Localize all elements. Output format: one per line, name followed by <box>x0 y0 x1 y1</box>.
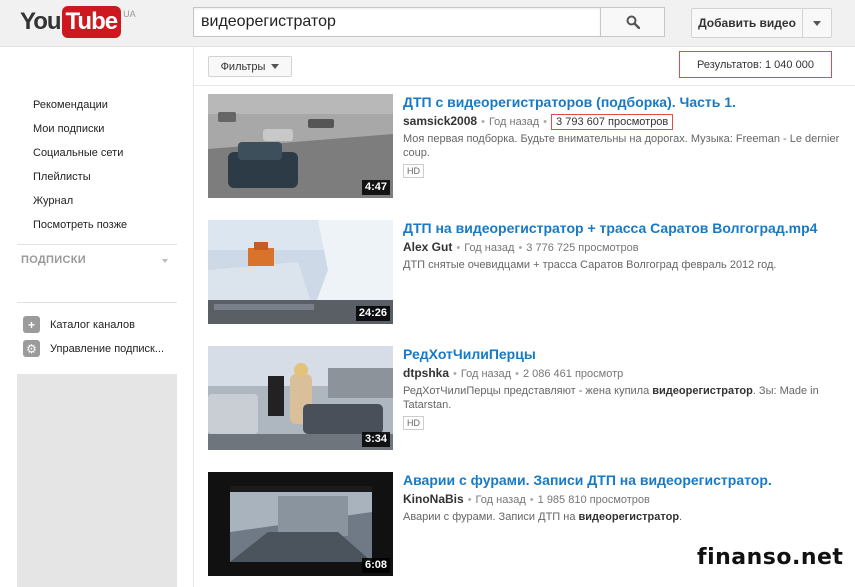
guide-divider <box>17 302 177 303</box>
video-title-link[interactable]: Аварии с фурами. Записи ДТП на видеореги… <box>403 472 843 488</box>
guide-sidebar: Рекомендации Мои подписки Социальные сет… <box>0 47 193 587</box>
meta-separator: • <box>529 494 534 506</box>
channel-link[interactable]: samsick2008 <box>403 114 477 128</box>
video-description: Моя первая подборка. Будьте внимательны … <box>403 133 840 159</box>
subscriptions-collapse-icon[interactable] <box>162 259 168 263</box>
search-input-value: видеорегистратор <box>201 13 336 30</box>
masthead: You Tube UA видеорегистратор Добавить ви… <box>0 0 855 47</box>
video-meta: dtpshka • Год назад • 2 086 461 просмотр <box>403 366 843 381</box>
video-age: Год назад <box>488 116 540 128</box>
filters-divider <box>194 85 855 86</box>
channel-link[interactable]: KinoNaBis <box>403 492 464 506</box>
chevron-down-icon <box>271 64 280 69</box>
upload-video-button[interactable]: Добавить видео <box>691 8 803 38</box>
video-thumbnail[interactable]: 24:26 <box>208 220 393 324</box>
channel-link[interactable]: Alex Gut <box>403 240 452 254</box>
video-meta: KinoNaBis • Год назад • 1 985 810 просмотров <box>403 492 843 507</box>
video-title-link[interactable]: ДТП с видеорегистраторов (подборка). Час… <box>403 94 843 110</box>
result-info: Аварии с фурами. Записи ДТП на видеореги… <box>403 472 843 524</box>
description-text: РедХотЧилиПерцы представляют - жена купи… <box>403 385 653 397</box>
video-description: ДТП снятые очевидцами + трасса Саратов В… <box>403 259 777 271</box>
view-count: 3 776 725 просмотров <box>526 242 639 254</box>
result-item: 3:34 РедХотЧилиПерцы dtpshka • Год назад • 2… <box>208 346 848 450</box>
filters-button[interactable]: Фильтры <box>208 56 292 77</box>
view-count: 3 793 607 просмотров <box>551 114 674 130</box>
meta-separator: • <box>453 368 457 380</box>
view-count: 1 985 810 просмотров <box>537 494 650 506</box>
result-info: РедХотЧилиПерцы dtpshka • Год назад • 2 086 … <box>403 346 843 431</box>
hd-badge: HD <box>403 164 424 178</box>
guide-item-label: Управление подписк... <box>50 342 165 355</box>
video-meta: samsick2008 • Год назад • 3 793 607 просмотр… <box>403 114 843 130</box>
video-age: Год назад <box>464 242 515 254</box>
video-age: Год назад <box>460 368 512 380</box>
results-count: Результатов: 1 040 000 <box>679 51 832 78</box>
video-thumbnail[interactable]: 4:47 <box>208 94 393 198</box>
meta-separator: • <box>481 116 485 128</box>
result-info: ДТП с видеорегистраторов (подборка). Час… <box>403 94 843 179</box>
search-input[interactable]: видеорегистратор <box>193 7 601 37</box>
search-button[interactable] <box>600 7 665 37</box>
video-duration: 24:26 <box>355 306 390 321</box>
guide-item-history[interactable]: Журнал <box>33 194 73 208</box>
logo-tube: Tube <box>61 6 122 38</box>
channel-link[interactable]: dtpshka <box>403 366 449 380</box>
chevron-down-icon <box>813 20 821 26</box>
guide-item-label: Каталог каналов <box>50 318 135 331</box>
guide-item-recommendations[interactable]: Рекомендации <box>33 98 108 112</box>
video-thumbnail[interactable]: 6:08 <box>208 472 393 576</box>
video-meta: Alex Gut • Год назад • 3 776 725 просмотров <box>403 240 843 255</box>
guide-divider <box>17 244 177 245</box>
meta-separator: • <box>518 242 523 254</box>
description-keyword: видеорегистратор <box>578 511 680 523</box>
upload-menu-button[interactable] <box>802 8 832 38</box>
video-duration: 3:34 <box>361 432 390 447</box>
guide-item-playlists[interactable]: Плейлисты <box>33 170 91 184</box>
plus-circle-icon: + <box>23 316 40 333</box>
result-info: ДТП на видеорегистратор + трасса Саратов… <box>403 220 843 272</box>
hd-badge: HD <box>403 416 424 430</box>
youtube-logo[interactable]: You Tube UA <box>20 6 136 40</box>
description-text: Аварии с фурами. Записи ДТП на <box>403 511 579 523</box>
result-item: 24:26 ДТП на видеорегистратор + трасса С… <box>208 220 848 324</box>
video-description: РедХотЧилиПерцы представляют - жена купи… <box>403 384 843 412</box>
guide-item-watch-later[interactable]: Посмотреть позже <box>33 218 127 232</box>
video-description: Аварии с фурами. Записи ДТП на видеореги… <box>403 510 843 524</box>
guide-item-manage-subscriptions[interactable]: ⚙ Управление подписк... <box>23 340 164 357</box>
video-duration: 6:08 <box>361 558 390 573</box>
meta-separator: • <box>456 242 461 254</box>
site-watermark: finanso.net <box>697 545 844 570</box>
guide-item-channel-catalog[interactable]: + Каталог каналов <box>23 316 135 333</box>
video-duration: 4:47 <box>361 180 390 195</box>
search-icon <box>626 15 640 29</box>
filters-label: Фильтры <box>220 60 266 73</box>
description-keyword: видеорегистратор <box>652 385 753 397</box>
meta-separator: • <box>515 368 519 380</box>
video-title-link[interactable]: РедХотЧилиПерцы <box>403 346 843 362</box>
video-thumbnail[interactable]: 3:34 <box>208 346 393 450</box>
guide-item-my-subscriptions[interactable]: Мои подписки <box>33 122 104 136</box>
guide-border <box>193 47 194 587</box>
guide-ad-placeholder <box>17 374 177 587</box>
logo-you: You <box>20 8 62 35</box>
result-item: 4:47 ДТП с видеорегистраторов (подборка)… <box>208 94 848 198</box>
logo-region: UA <box>123 9 136 19</box>
gear-icon: ⚙ <box>23 340 40 357</box>
view-count: 2 086 461 просмотр <box>522 368 624 380</box>
description-text: . <box>679 511 683 523</box>
meta-separator: • <box>467 494 472 506</box>
video-age: Год назад <box>475 494 526 506</box>
guide-item-social[interactable]: Социальные сети <box>33 146 123 160</box>
subscriptions-heading[interactable]: ПОДПИСКИ <box>21 254 86 266</box>
video-title-link[interactable]: ДТП на видеорегистратор + трасса Саратов… <box>403 220 843 236</box>
meta-separator: • <box>543 116 548 128</box>
